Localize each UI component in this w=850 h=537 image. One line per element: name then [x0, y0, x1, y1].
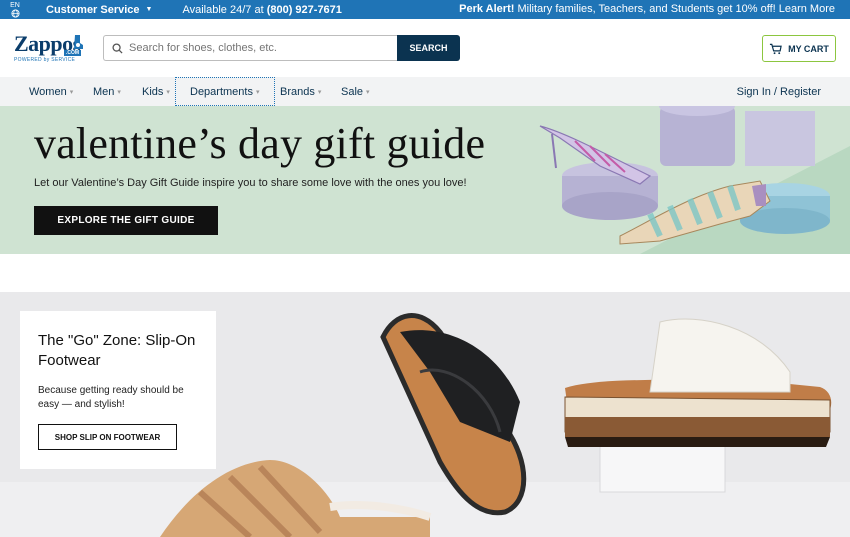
nav-item-women[interactable]: Women ▾ — [29, 77, 73, 106]
slip-on-banner[interactable]: The "Go" Zone: Slip-On Footwear Because … — [0, 292, 850, 537]
my-cart-button[interactable]: MY CART — [762, 35, 836, 62]
explore-gift-guide-button[interactable]: EXPLORE THE GIFT GUIDE — [34, 206, 218, 235]
slip-on-body: Because getting ready should be easy — a… — [38, 385, 184, 410]
chevron-down-icon: ▾ — [69, 88, 74, 96]
valentines-banner[interactable]: valentine’s day gift guide Let our Valen… — [0, 106, 850, 254]
site-header: Zappos .COM POWERED by SERVICE SEARCH MY… — [0, 19, 850, 77]
chevron-down-icon: ▾ — [317, 88, 322, 96]
nav-item-label: Women — [29, 85, 67, 98]
valentines-subtitle: Let our Valentine’s Day Gift Guide inspi… — [34, 177, 467, 189]
chevron-down-icon: ▾ — [117, 88, 121, 96]
nav-item-brands[interactable]: Brands ▾ — [280, 77, 321, 106]
slip-on-title: The "Go" Zone: Slip-On Footwear — [38, 332, 196, 369]
chevron-down-icon: ▾ — [366, 88, 370, 96]
nav-item-label: Men — [93, 85, 115, 98]
chevron-down-icon: ▼ — [145, 6, 153, 13]
perk-title: Perk Alert! — [459, 3, 515, 15]
valentines-title: valentine’s day gift guide — [34, 119, 486, 168]
phone-number[interactable]: (800) 927-7671 — [267, 4, 342, 16]
main-nav: Women ▾ Men ▾ Kids ▾ Departments ▾ Brands ▾ S… — [0, 77, 850, 106]
availability-prefix: Available 24/7 at — [182, 3, 267, 16]
globe-icon — [10, 8, 20, 18]
zappos-boot-icon — [74, 35, 83, 49]
nav-item-label: Brands — [280, 85, 315, 98]
search-input[interactable] — [129, 42, 379, 54]
zappos-logo[interactable]: Zappos .COM POWERED by SERVICE — [14, 31, 86, 65]
top-bar: EN Customer Service ▼ Available 24/7 at … — [0, 0, 850, 19]
perk-alert-link[interactable]: Perk Alert! Military families, Teachers,… — [459, 3, 835, 15]
search-icon — [112, 42, 123, 54]
nav-item-sale[interactable]: Sale ▾ — [341, 77, 370, 106]
perk-text: Military families, Teachers, and Student… — [514, 3, 835, 15]
nav-item-kids[interactable]: Kids ▾ — [142, 77, 170, 106]
cart-icon — [770, 43, 782, 54]
nav-item-men[interactable]: Men ▾ — [93, 77, 121, 106]
nav-item-label: Departments — [190, 85, 253, 98]
customer-service-label: Customer Service — [46, 3, 140, 16]
logo-badge: .COM — [64, 50, 82, 56]
heels-product-image — [520, 106, 850, 254]
nav-item-departments[interactable]: Departments ▾ — [175, 77, 275, 106]
search-box[interactable] — [103, 35, 398, 61]
chevron-down-icon: ▾ — [255, 88, 260, 96]
language-label: EN — [10, 1, 20, 9]
search-button[interactable]: SEARCH — [397, 35, 460, 61]
language-selector[interactable]: EN — [0, 2, 30, 18]
cart-label: MY CART — [788, 43, 829, 54]
sign-in-register-link[interactable]: Sign In / Register — [737, 77, 821, 106]
nav-item-label: Sale — [341, 85, 364, 98]
logo-tagline: POWERED by SERVICE — [14, 57, 76, 63]
shop-slip-on-button[interactable]: SHOP SLIP ON FOOTWEAR — [38, 424, 177, 450]
nav-item-label: Kids — [142, 85, 164, 98]
chevron-down-icon: ▾ — [166, 88, 170, 96]
availability-text: Available 24/7 at (800) 927-7671 — [182, 4, 341, 16]
slip-on-promo-card: The "Go" Zone: Slip-On Footwear Because … — [20, 311, 216, 469]
customer-service-menu[interactable]: Customer Service ▼ — [46, 4, 152, 16]
